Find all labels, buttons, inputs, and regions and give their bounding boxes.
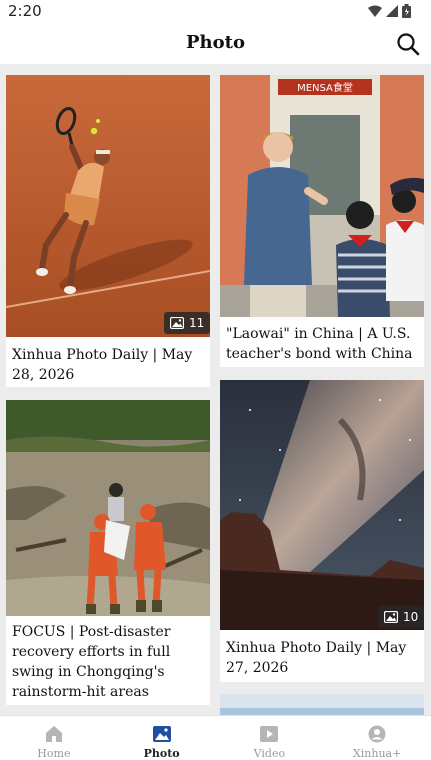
photo-count: 11 (189, 316, 205, 330)
sky-photo (220, 694, 424, 715)
tab-photo[interactable]: Photo (108, 716, 216, 760)
video-icon (260, 726, 279, 742)
card-caption[interactable]: FOCUS | Post-disaster recovery efforts i… (12, 622, 204, 702)
milky-way-photo (220, 380, 424, 630)
photo-icon (152, 726, 171, 742)
signal-icon (386, 5, 398, 17)
bottom-tab-bar: Home Photo Video Xinhua+ (0, 715, 431, 760)
photo-count-badge: 10 (378, 606, 424, 628)
photo-feed[interactable]: 11 Xinhua Photo Daily | May 28, 2026 MEN… (0, 64, 431, 715)
tab-home[interactable]: Home (0, 716, 108, 760)
gallery-icon (170, 317, 184, 329)
tab-photo-label: Photo (143, 747, 180, 760)
photo-card[interactable] (220, 694, 424, 715)
card-caption[interactable]: Xinhua Photo Daily | May 27, 2026 (226, 638, 418, 678)
photo-card[interactable]: MENSA食堂 "Laowai" in China | A U.S. teach… (220, 75, 424, 367)
status-icons (368, 4, 411, 18)
photo-count: 10 (403, 610, 419, 624)
tab-xinhua-plus-label: Xinhua+ (352, 747, 402, 760)
profile-icon (368, 725, 386, 743)
status-time: 2:20 (8, 2, 42, 20)
photo-card[interactable]: 10 Xinhua Photo Daily | May 27, 2026 (220, 380, 424, 682)
battery-icon (402, 4, 411, 18)
page-title: Photo (186, 32, 245, 53)
tab-video-label: Video (253, 747, 286, 760)
app-header: Photo (0, 24, 431, 64)
photo-count-badge: 11 (164, 312, 210, 334)
gallery-icon (384, 611, 398, 623)
wifi-icon (368, 5, 382, 17)
tab-xinhua-plus[interactable]: Xinhua+ (323, 716, 431, 760)
status-bar: 2:20 (0, 0, 431, 24)
tab-video[interactable]: Video (216, 716, 324, 760)
mensa-sign: MENSA食堂 (297, 81, 353, 94)
home-icon (45, 726, 62, 742)
tennis-player-photo (6, 75, 210, 337)
search-icon[interactable] (396, 32, 420, 56)
tab-home-label: Home (37, 747, 71, 760)
rescue-workers-photo (6, 400, 210, 616)
teacher-students-photo: MENSA食堂 (220, 75, 424, 317)
card-caption[interactable]: "Laowai" in China | A U.S. teacher's bon… (226, 324, 418, 364)
photo-card[interactable]: FOCUS | Post-disaster recovery efforts i… (6, 400, 210, 705)
card-caption[interactable]: Xinhua Photo Daily | May 28, 2026 (12, 345, 204, 385)
photo-card[interactable]: 11 Xinhua Photo Daily | May 28, 2026 (6, 75, 210, 387)
